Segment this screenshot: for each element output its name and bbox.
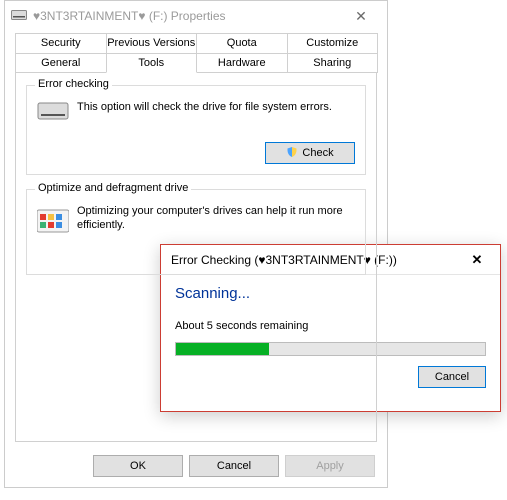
cancel-button[interactable]: Cancel <box>189 455 279 477</box>
tab-quota[interactable]: Quota <box>196 33 288 53</box>
dialog-close-button[interactable]: ✕ <box>462 252 492 268</box>
window-close-button[interactable]: ✕ <box>343 2 379 30</box>
ok-button[interactable]: OK <box>93 455 183 477</box>
tab-hardware[interactable]: Hardware <box>196 53 288 73</box>
bottom-button-bar: OK Cancel Apply <box>93 455 375 477</box>
properties-window: ♥3NT3RTAINMENT♥ (F:) Properties ✕ Securi… <box>4 0 388 488</box>
dialog-cancel-button[interactable]: Cancel <box>418 366 486 388</box>
group-error-checking-text: This option will check the drive for fil… <box>77 100 332 114</box>
group-defrag-text: Optimizing your computer's drives can he… <box>77 204 355 232</box>
apply-button: Apply <box>285 455 375 477</box>
titlebar: ♥3NT3RTAINMENT♥ (F:) Properties ✕ <box>5 1 387 31</box>
tab-general[interactable]: General <box>15 53 107 73</box>
tab-tools[interactable]: Tools <box>106 53 198 73</box>
group-error-checking-legend: Error checking <box>35 78 112 90</box>
check-button-label: Check <box>302 147 333 159</box>
tab-customize[interactable]: Customize <box>287 33 379 53</box>
tab-strip: Security Previous Versions Quota Customi… <box>15 33 377 442</box>
hdd-icon <box>37 100 69 132</box>
defrag-icon <box>37 204 69 236</box>
drive-icon <box>11 10 27 22</box>
tab-panel-tools: Error checking This option will check th… <box>15 72 377 442</box>
tab-security[interactable]: Security <box>15 33 107 53</box>
shield-icon <box>286 146 298 161</box>
group-defrag: Optimize and defragment drive <box>26 189 366 275</box>
tab-previous-versions[interactable]: Previous Versions <box>106 33 198 53</box>
group-defrag-legend: Optimize and defragment drive <box>35 182 191 194</box>
window-title: ♥3NT3RTAINMENT♥ (F:) Properties <box>33 9 226 23</box>
group-error-checking: Error checking This option will check th… <box>26 85 366 175</box>
tab-sharing[interactable]: Sharing <box>287 53 379 73</box>
check-button[interactable]: Check <box>265 142 355 164</box>
